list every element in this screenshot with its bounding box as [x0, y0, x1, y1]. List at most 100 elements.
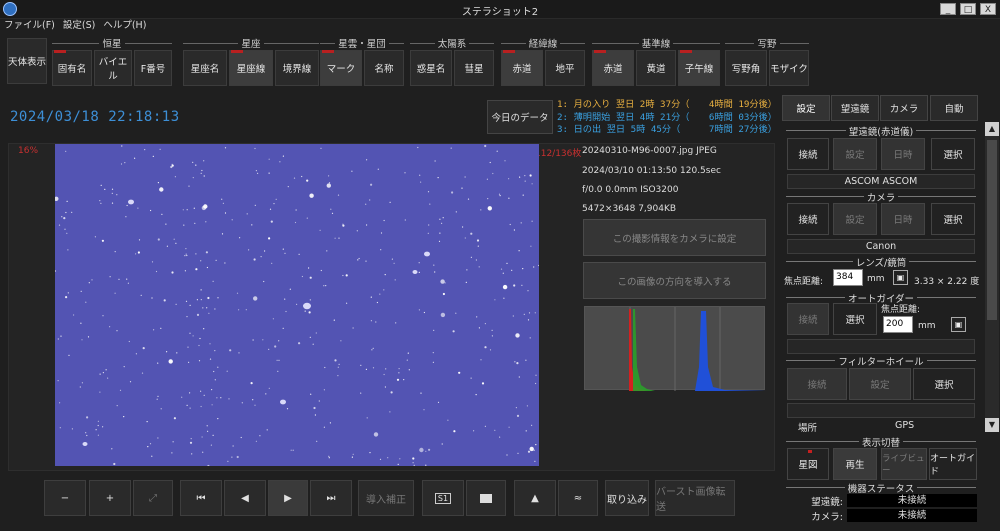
autoguider-lens-icon[interactable]: ▣	[951, 317, 966, 332]
playback-view-button[interactable]: 再生	[833, 448, 877, 480]
fit-button[interactable]: ⤢	[133, 480, 173, 516]
star-dot	[516, 414, 520, 417]
star-dot	[184, 255, 186, 257]
minimize-button[interactable]: _	[940, 3, 956, 15]
folder-button[interactable]	[466, 480, 506, 516]
star-field-svg	[55, 144, 539, 466]
toolbar-toggle-button[interactable]: 子午線	[678, 50, 720, 86]
telescope-settings-button[interactable]: 設定	[833, 138, 877, 170]
play-button[interactable]: ▶	[268, 480, 308, 516]
toolbar-toggle-button[interactable]: 境界線	[275, 50, 319, 86]
status-telescope-label: 望遠鏡:	[811, 497, 843, 508]
close-button[interactable]: X	[980, 3, 996, 15]
toolbar-toggle-button[interactable]: マーク	[320, 50, 362, 86]
scroll-down-icon[interactable]: ▼	[985, 418, 999, 432]
toolbar-toggle-button[interactable]: 惑星名	[410, 50, 452, 86]
camera-datetime-button[interactable]: 日時	[881, 203, 925, 235]
first-frame-button[interactable]: ⏮	[180, 480, 222, 516]
star-dot	[221, 198, 223, 200]
camera-connect-button[interactable]: 接続	[787, 203, 829, 235]
telescope-connect-button[interactable]: 接続	[787, 138, 829, 170]
telescope-datetime-button[interactable]: 日時	[881, 138, 925, 170]
star-dot	[81, 339, 83, 341]
maximize-button[interactable]: □	[960, 3, 976, 15]
menu-help[interactable]: ヘルプ(H)	[103, 19, 146, 33]
live-view-button[interactable]: ライブビュー	[881, 448, 927, 480]
autoguide-view-button[interactable]: オートガイド	[929, 448, 977, 480]
filter-wheel-connect-button[interactable]: 接続	[787, 368, 847, 400]
toolbar-toggle-button[interactable]: 地平	[545, 50, 585, 86]
toolbar-toggle-button[interactable]: バイエル	[94, 50, 132, 86]
toolbar-toggle-button[interactable]: 赤道	[501, 50, 543, 86]
scroll-thumb[interactable]	[987, 140, 997, 320]
previous-frame-button[interactable]: ◀	[224, 480, 266, 516]
star-dot	[120, 163, 123, 165]
zoom-in-button[interactable]: +	[89, 480, 131, 516]
import-correction-button[interactable]: 導入補正	[358, 480, 414, 516]
camera-select-button[interactable]: 選択	[931, 203, 975, 235]
star-dot	[81, 382, 83, 384]
scroll-up-icon[interactable]: ▲	[985, 122, 999, 136]
capture-in-button[interactable]: 取り込み	[605, 480, 649, 516]
star-dot	[214, 350, 216, 352]
star-dot	[203, 175, 205, 177]
toolbar-toggle-button[interactable]: 赤道	[592, 50, 634, 86]
telescope-select-button[interactable]: 選択	[931, 138, 975, 170]
lens-lookup-icon[interactable]: ▣	[893, 270, 908, 285]
import-direction-button[interactable]: この画像の方向を導入する	[583, 262, 766, 299]
star-dot	[290, 449, 292, 451]
star-dot	[319, 229, 321, 231]
star-dot	[524, 180, 526, 182]
graph-button[interactable]: ≈	[558, 480, 598, 516]
last-frame-button[interactable]: ⏭	[310, 480, 352, 516]
focal-length-input[interactable]: 384	[833, 269, 863, 286]
star-dot	[254, 404, 256, 406]
star-dot	[502, 272, 504, 274]
star-dot	[200, 172, 202, 174]
event-row: 3: 日の出 翌日 5時 45分（ 7時間 27分後）	[557, 124, 777, 137]
chart-button[interactable]: ▲	[514, 480, 556, 516]
today-data-button[interactable]: 今日のデータ	[487, 100, 553, 134]
star-dot	[345, 274, 348, 277]
right-panel-scrollbar[interactable]: ▲ ▼	[985, 122, 999, 432]
star-dot	[286, 408, 289, 410]
menu-file[interactable]: ファイル(F)	[4, 19, 55, 33]
toolbar-toggle-button[interactable]: 星座線	[229, 50, 273, 86]
tab-auto[interactable]: 自動	[930, 95, 978, 121]
event-remaining: 4時間 19分後）	[703, 99, 777, 110]
toolbar-toggle-button[interactable]: 星座名	[183, 50, 227, 86]
camera-settings-button[interactable]: 設定	[833, 203, 877, 235]
toolbar-toggle-button[interactable]: 名称	[364, 50, 404, 86]
menu-settings[interactable]: 設定(S)	[63, 19, 95, 33]
autoguider-focal-input[interactable]: 200	[883, 316, 913, 333]
star-dot	[199, 337, 201, 340]
star-dot	[217, 297, 219, 299]
set-camera-info-button[interactable]: この撮影情報をカメラに設定	[583, 219, 766, 256]
tab-telescope[interactable]: 望遠鏡	[831, 95, 879, 121]
toolbar-toggle-button[interactable]: 固有名	[52, 50, 92, 86]
celestial-display-button[interactable]: 天体表示	[7, 38, 47, 84]
autoguider-select-button[interactable]: 選択	[833, 303, 877, 335]
star-dot	[404, 219, 406, 221]
tab-settings[interactable]: 設定	[782, 95, 830, 121]
star-dot	[398, 372, 400, 374]
star-dot	[187, 346, 189, 348]
filter-wheel-select-button[interactable]: 選択	[913, 368, 975, 400]
toolbar-toggle-button[interactable]: 写野角	[725, 50, 767, 86]
autoguider-connect-button[interactable]: 接続	[787, 303, 829, 335]
location-label: 場所	[798, 423, 818, 434]
star-dot	[236, 455, 239, 459]
toolbar-toggle-button[interactable]: F番号	[134, 50, 172, 86]
toolbar-toggle-button[interactable]: モザイク	[769, 50, 809, 86]
star-field-image[interactable]	[55, 144, 539, 466]
toolbar-group-7-header: 写野	[725, 36, 809, 50]
zoom-out-button[interactable]: −	[44, 480, 86, 516]
toolbar-toggle-button[interactable]: 黄道	[636, 50, 676, 86]
tab-camera[interactable]: カメラ	[880, 95, 928, 121]
star-dot	[451, 191, 454, 194]
s1-button[interactable]: S1	[422, 480, 464, 516]
burst-transfer-button[interactable]: バースト画像転送	[655, 480, 735, 516]
star-dot	[425, 450, 427, 452]
toolbar-toggle-button[interactable]: 彗星	[454, 50, 494, 86]
filter-wheel-settings-button[interactable]: 設定	[849, 368, 911, 400]
